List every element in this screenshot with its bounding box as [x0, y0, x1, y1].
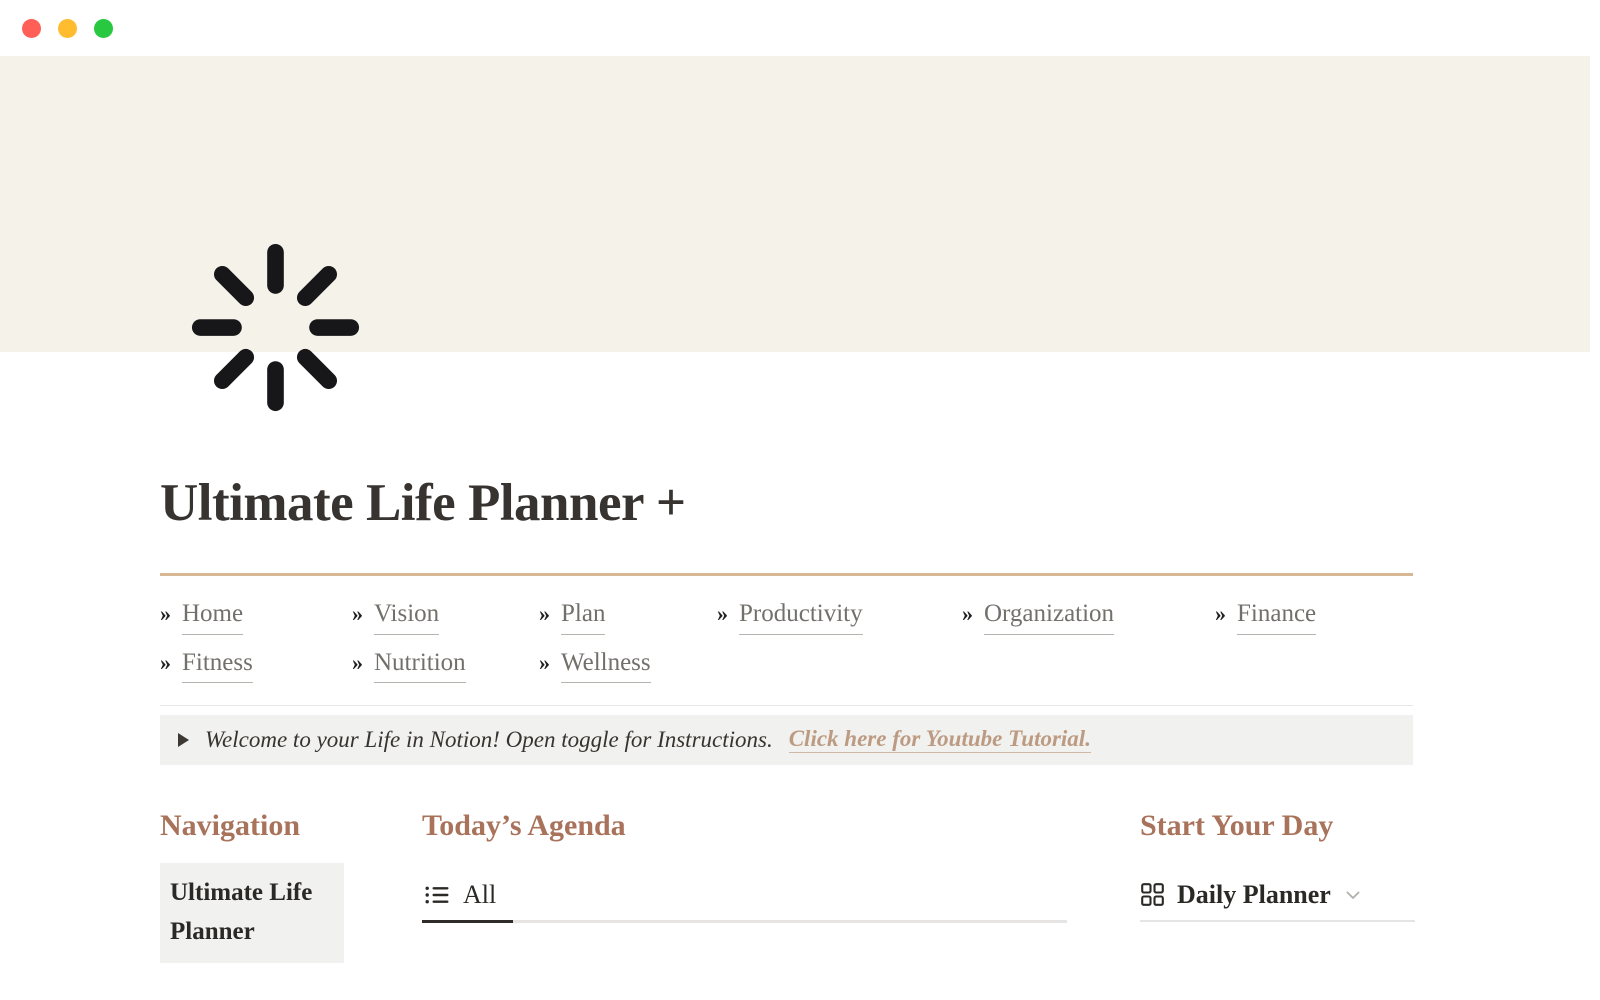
instructions-toggle[interactable]: Welcome to your Life in Notion! Open tog… — [160, 714, 1413, 765]
window-title-bar — [0, 0, 1600, 56]
nav-link-label: Finance — [1237, 596, 1317, 635]
nav-link-label: Productivity — [739, 596, 863, 635]
agenda-view-tabs: All — [422, 880, 1140, 920]
minimize-window-button[interactable] — [58, 18, 77, 38]
start-your-day-heading: Start Your Day — [1140, 808, 1334, 842]
nav-link-finance[interactable]: » Finance — [1215, 596, 1415, 635]
nav-link-plan[interactable]: » Plan — [539, 596, 717, 635]
navigation-item-label: Ultimate Life Planner — [170, 878, 313, 945]
double-chevron-icon: » — [352, 601, 363, 627]
title-divider — [160, 573, 1413, 577]
double-chevron-icon: » — [962, 601, 973, 627]
nav-link-label: Organization — [984, 596, 1115, 635]
double-chevron-icon: » — [160, 601, 171, 627]
nav-link-label: Fitness — [182, 645, 253, 683]
double-chevron-icon: » — [717, 601, 728, 627]
page-icon[interactable] — [188, 240, 363, 415]
tab-all[interactable]: All — [425, 880, 496, 920]
nav-link-label: Plan — [561, 596, 606, 635]
nav-link-productivity[interactable]: » Productivity — [717, 596, 962, 635]
nav-link-fitness[interactable]: » Fitness — [160, 645, 352, 683]
nav-link-vision[interactable]: » Vision — [352, 596, 539, 635]
double-chevron-icon: » — [539, 601, 550, 627]
daily-planner-label: Daily Planner — [1177, 879, 1331, 909]
gallery-view-icon — [1141, 883, 1164, 907]
maximize-window-button[interactable] — [94, 18, 113, 38]
double-chevron-icon: » — [1215, 601, 1226, 627]
nav-link-label: Home — [182, 596, 244, 635]
list-view-icon — [425, 886, 449, 904]
spinner-icon — [191, 243, 360, 412]
nav-link-label: Nutrition — [374, 645, 466, 683]
chevron-down-icon[interactable] — [1343, 885, 1363, 905]
page-content: Ultimate Life Planner + » Home » Vision … — [0, 474, 1600, 963]
toggle-triangle-icon[interactable] — [178, 732, 189, 747]
start-your-day-column: Start Your Day Daily Planner — [1140, 809, 1415, 963]
nav-link-label: Wellness — [561, 645, 651, 683]
agenda-tab-underline — [422, 919, 1067, 923]
nav-link-nutrition[interactable]: » Nutrition — [352, 645, 539, 683]
nav-link-organization[interactable]: » Organization — [962, 596, 1215, 635]
double-chevron-icon: » — [160, 649, 171, 675]
nav-link-home[interactable]: » Home — [160, 596, 352, 635]
agenda-heading: Today’s Agenda — [422, 808, 626, 842]
navigation-column: Navigation Ultimate Life Planner — [160, 809, 422, 963]
double-chevron-icon: » — [539, 649, 550, 675]
close-window-button[interactable] — [22, 18, 41, 38]
nav-link-wellness[interactable]: » Wellness — [539, 645, 717, 683]
double-chevron-icon: » — [352, 649, 363, 675]
youtube-tutorial-link[interactable]: Click here for Youtube Tutorial. — [788, 726, 1091, 754]
start-your-day-underline — [1140, 919, 1415, 922]
daily-planner-view-selector[interactable]: Daily Planner — [1140, 880, 1415, 920]
instructions-text: Welcome to your Life in Notion! Open tog… — [205, 726, 773, 752]
tab-all-label: All — [463, 879, 497, 909]
navigation-heading: Navigation — [160, 808, 301, 842]
page-nav-links: » Home » Vision » Plan » Productivity » … — [160, 596, 1415, 683]
columns-section: Navigation Ultimate Life Planner Today’s… — [160, 809, 1415, 963]
page-title: Ultimate Life Planner + — [160, 474, 686, 532]
agenda-column: Today’s Agenda All — [422, 809, 1140, 963]
nav-link-label: Vision — [374, 596, 440, 635]
nav-divider — [160, 704, 1413, 706]
navigation-item-ultimate-life-planner[interactable]: Ultimate Life Planner — [160, 862, 344, 963]
